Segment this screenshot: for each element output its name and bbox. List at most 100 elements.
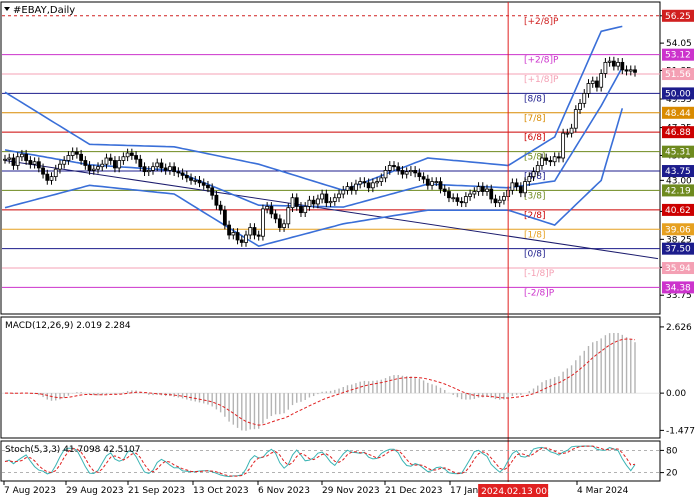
candle-body <box>379 177 384 182</box>
candle-body <box>324 193 329 204</box>
candle-body <box>552 156 557 163</box>
murrey-label-3: [8/8] <box>524 94 546 104</box>
candle-body <box>201 182 206 186</box>
candle-body <box>463 196 468 204</box>
macd-panel: 2.626 0.00 -1.477 MACD(12,26,9) 2.019 2.28… <box>0 316 695 439</box>
candle-body <box>231 232 236 236</box>
price-panel: [+2/8]P[+2/8]P[+1/8]P[8/8][7/8][6/8][5/8… <box>0 1 694 482</box>
candle-body <box>514 182 519 187</box>
time-label-6: 21 Dec 2023 <box>385 486 443 496</box>
candle-body <box>535 165 540 173</box>
murrey-label-1: [+2/8]P <box>524 56 559 66</box>
candle-body <box>129 152 134 156</box>
candle-body <box>400 170 405 175</box>
time-label-2: 21 Sep 2023 <box>128 486 185 496</box>
candle-body <box>540 157 544 166</box>
price-level-label-10: 39.06 <box>665 225 691 235</box>
candle-body <box>451 197 456 200</box>
time-label-1: 29 Aug 2023 <box>66 486 124 496</box>
collapse-arrow-icon[interactable] <box>4 7 10 11</box>
candle-body <box>337 193 341 199</box>
candle-body <box>189 177 193 181</box>
candle-body <box>358 181 363 185</box>
candle-body <box>36 161 41 169</box>
candle-body <box>438 181 443 190</box>
candle-body <box>413 170 418 174</box>
macd-tick-label-1: 0.00 <box>666 389 686 399</box>
candle-body <box>273 213 278 220</box>
candle-body <box>624 69 629 72</box>
candle-body <box>151 166 155 171</box>
murrey-label-5: [6/8] <box>524 133 546 143</box>
candle-body <box>11 157 16 166</box>
price-level-label-9: 40.62 <box>665 206 691 216</box>
candle-body <box>62 160 67 165</box>
candle-body <box>176 171 181 174</box>
candle-body <box>417 172 422 178</box>
candle-body <box>214 194 219 206</box>
candle-body <box>523 181 527 194</box>
candle-body <box>573 109 578 129</box>
candle-body <box>497 199 502 204</box>
candle-body <box>578 102 582 110</box>
candle-body <box>91 168 96 171</box>
candle-body <box>117 160 122 169</box>
candle-body <box>502 196 506 201</box>
time-axis: 7 Aug 2023 29 Aug 2023 21 Sep 2023 13 Oct 2… <box>3 481 629 497</box>
candle-body <box>434 181 439 183</box>
time-label-3: 13 Oct 2023 <box>193 486 249 496</box>
candle-body <box>590 80 595 84</box>
candle-body <box>531 171 536 178</box>
candle-body <box>455 197 460 202</box>
candle-body <box>134 155 138 160</box>
candle-body <box>311 199 316 205</box>
candle-body <box>447 191 451 199</box>
macd-panel-frame <box>0 316 661 439</box>
candle-body <box>125 152 130 158</box>
candle-body <box>172 166 177 173</box>
candle-body <box>58 163 62 170</box>
murrey-label-12: [-1/8]P <box>524 269 555 279</box>
cursor-time-label: 2024.02.13 00:00 <box>481 487 562 497</box>
candle-body <box>74 151 79 155</box>
murrey-label-13: [-2/8]P <box>524 288 555 298</box>
candle-body <box>41 167 45 175</box>
candle-body <box>472 191 477 195</box>
candle-body <box>184 174 189 179</box>
candle-body <box>518 186 523 194</box>
candle-body <box>248 227 253 236</box>
candle-body <box>235 232 240 241</box>
macd-tick-label-0: 2.626 <box>666 323 692 333</box>
candle-body <box>294 197 299 207</box>
candle-body <box>66 155 71 161</box>
candle-body <box>548 160 553 163</box>
candle-body <box>332 197 337 202</box>
candle-body <box>104 157 109 165</box>
candle-body <box>468 193 473 197</box>
candle-body <box>290 197 295 209</box>
candle-body <box>345 186 350 191</box>
candle-body <box>349 186 354 191</box>
price-level-label-2: 51.56 <box>665 70 691 80</box>
candle-body <box>425 178 430 186</box>
price-level-label-7: 43.75 <box>665 167 691 177</box>
candle-body <box>421 176 426 180</box>
candle-body <box>269 206 274 215</box>
candle-body <box>476 186 481 192</box>
candle-body <box>633 69 637 73</box>
price-level-label-3: 50.00 <box>665 89 691 99</box>
candle-body <box>15 156 20 166</box>
candle-body <box>83 160 88 166</box>
price-level-label-4: 48.44 <box>665 109 691 119</box>
candle-body <box>561 132 566 159</box>
candle-body <box>100 163 105 168</box>
candle-body <box>383 170 388 179</box>
candle-body <box>159 162 164 169</box>
candle-body <box>510 182 515 191</box>
candle-body <box>244 234 248 243</box>
candle-body <box>616 61 620 67</box>
candle-body <box>387 165 392 171</box>
macd-series <box>2 332 660 431</box>
stoch-tick-label-0: 80 <box>666 446 678 456</box>
price-tick-label-1: 54.05 <box>666 39 692 49</box>
